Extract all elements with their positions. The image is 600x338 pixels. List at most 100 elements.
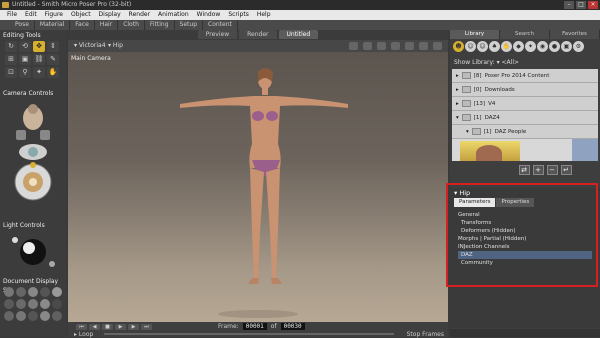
display-style-swatch[interactable] <box>40 299 50 309</box>
library-subfolder[interactable]: ▾ [1] DAZ People <box>452 125 598 139</box>
display-style-swatch[interactable] <box>16 311 26 321</box>
step-forward-icon[interactable]: ▶ <box>128 324 139 330</box>
display-style-swatch[interactable] <box>52 287 62 297</box>
figure-name: Victoria4 <box>78 42 106 49</box>
tab-library[interactable]: Library <box>450 30 500 39</box>
display-style-swatch[interactable] <box>40 287 50 297</box>
menu-window[interactable]: Window <box>193 10 225 20</box>
menu-file[interactable]: File <box>3 10 21 20</box>
props-category-icon[interactable]: ◆ <box>513 41 524 52</box>
options-icon[interactable] <box>433 42 442 50</box>
menu-figure[interactable]: Figure <box>41 10 67 20</box>
rewind-icon[interactable]: ⏮ <box>76 324 87 330</box>
menu-help[interactable]: Help <box>253 10 275 20</box>
display-style-swatch[interactable] <box>16 299 26 309</box>
rotate-tool-icon[interactable]: ↻ <box>5 41 17 52</box>
play-icon[interactable]: ▶ <box>115 324 126 330</box>
light-controls-widget[interactable] <box>4 230 62 278</box>
display-style-swatch[interactable] <box>4 299 14 309</box>
minimize-button[interactable]: – <box>564 1 574 9</box>
library-folder[interactable]: ▸ [8] Poser Pro 2014 Content <box>452 69 598 83</box>
display-style-swatch[interactable] <box>28 311 38 321</box>
maximize-button[interactable]: □ <box>576 1 586 9</box>
selected-thumbnail[interactable] <box>572 139 598 161</box>
direct-manipulation-icon[interactable]: ✋ <box>47 67 59 78</box>
menu-object[interactable]: Object <box>67 10 95 20</box>
figures-category-icon[interactable]: ☻ <box>453 41 464 52</box>
3d-viewport[interactable]: Main Camera <box>68 52 448 322</box>
display-style-swatch[interactable] <box>16 287 26 297</box>
grouping-tool-icon[interactable]: ⊡ <box>5 67 17 78</box>
menu-edit[interactable]: Edit <box>21 10 41 20</box>
sphere-icon[interactable] <box>391 42 400 50</box>
scenes-category-icon[interactable]: ▣ <box>561 41 572 52</box>
remove-icon[interactable]: − <box>546 165 558 175</box>
room-tab-fitting[interactable]: Fitting <box>145 20 175 30</box>
translate-in-out-tool-icon[interactable]: ⇕ <box>47 41 59 52</box>
display-style-swatch[interactable] <box>4 287 14 297</box>
area-render-icon[interactable] <box>377 42 386 50</box>
body-part-selector[interactable]: ▾ Hip <box>108 40 123 52</box>
close-button[interactable]: × <box>588 1 598 9</box>
display-style-swatch[interactable] <box>52 311 62 321</box>
lights-category-icon[interactable]: ✦ <box>525 41 536 52</box>
menu-animation[interactable]: Animation <box>154 10 193 20</box>
display-style-swatch[interactable] <box>4 311 14 321</box>
tab-favorites[interactable]: Favorites <box>550 30 600 39</box>
room-tab-content[interactable]: Content <box>203 20 238 30</box>
render-icon[interactable] <box>363 42 372 50</box>
folder-name: DAZ People <box>494 128 527 135</box>
library-options-icon[interactable]: ⚙ <box>573 41 584 52</box>
add-figure-icon[interactable]: + <box>532 165 544 175</box>
step-back-icon[interactable]: ◀ <box>89 324 100 330</box>
folder-icon <box>461 72 471 79</box>
show-library-select[interactable]: ▾ <All> <box>497 59 519 66</box>
taper-tool-icon[interactable]: ▣ <box>19 54 31 65</box>
display-style-swatch[interactable] <box>28 287 38 297</box>
menu-scripts[interactable]: Scripts <box>224 10 253 20</box>
expressions-category-icon[interactable]: ☺ <box>477 41 488 52</box>
tab-preview[interactable]: Preview <box>197 30 238 39</box>
display-style-swatch[interactable] <box>40 311 50 321</box>
poses-category-icon[interactable]: ☺ <box>465 41 476 52</box>
display-style-swatch[interactable] <box>52 299 62 309</box>
timeline-slider[interactable] <box>104 333 394 335</box>
color-tool-icon[interactable]: ✎ <box>47 54 59 65</box>
current-frame-field[interactable]: 00001 <box>242 323 267 330</box>
room-tab-hair[interactable]: Hair <box>95 20 119 30</box>
twist-tool-icon[interactable]: ⟲ <box>19 41 31 52</box>
tab-untitled[interactable]: Untitled <box>278 30 319 39</box>
tab-render[interactable]: Render <box>239 30 277 39</box>
hands-category-icon[interactable]: ✋ <box>501 41 512 52</box>
translate-tool-icon[interactable]: ✥ <box>33 41 45 52</box>
library-folder[interactable]: ▸ [13] V4 <box>452 97 598 111</box>
shadow-icon[interactable] <box>405 42 414 50</box>
camera-controls-widget[interactable] <box>8 100 58 212</box>
stop-icon[interactable]: ■ <box>102 324 113 330</box>
figure-selector[interactable]: ▾ Victoria4 <box>74 40 106 52</box>
cameras-category-icon[interactable]: ◉ <box>537 41 548 52</box>
hair-category-icon[interactable]: ♠ <box>489 41 500 52</box>
morphing-tool-icon[interactable]: ✦ <box>33 67 45 78</box>
room-tab-face[interactable]: Face <box>70 20 95 30</box>
menu-display[interactable]: Display <box>95 10 125 20</box>
ground-icon[interactable] <box>419 42 428 50</box>
chain-break-tool-icon[interactable]: ⛓ <box>33 54 45 65</box>
scale-tool-icon[interactable]: ⊞ <box>5 54 17 65</box>
library-folder[interactable]: ▸ [0] Downloads <box>452 83 598 97</box>
tab-search[interactable]: Search <box>500 30 550 39</box>
room-tab-pose[interactable]: Pose <box>10 20 35 30</box>
library-apply-icon[interactable]: ↵ <box>560 165 572 175</box>
materials-category-icon[interactable]: ● <box>549 41 560 52</box>
camera-view-icon[interactable] <box>349 42 358 50</box>
view-magnifier-icon[interactable]: ⚲ <box>19 67 31 78</box>
fast-forward-icon[interactable]: ⏭ <box>141 324 152 330</box>
replace-figure-icon[interactable]: ⇄ <box>518 165 530 175</box>
room-tab-material[interactable]: Material <box>35 20 71 30</box>
display-style-swatch[interactable] <box>28 299 38 309</box>
room-tab-cloth[interactable]: Cloth <box>118 20 145 30</box>
room-tab-setup[interactable]: Setup <box>175 20 204 30</box>
library-folder[interactable]: ▾ [1] DAZ4 <box>452 111 598 125</box>
menu-render[interactable]: Render <box>125 10 154 20</box>
total-frames-field[interactable]: 00030 <box>280 323 305 330</box>
